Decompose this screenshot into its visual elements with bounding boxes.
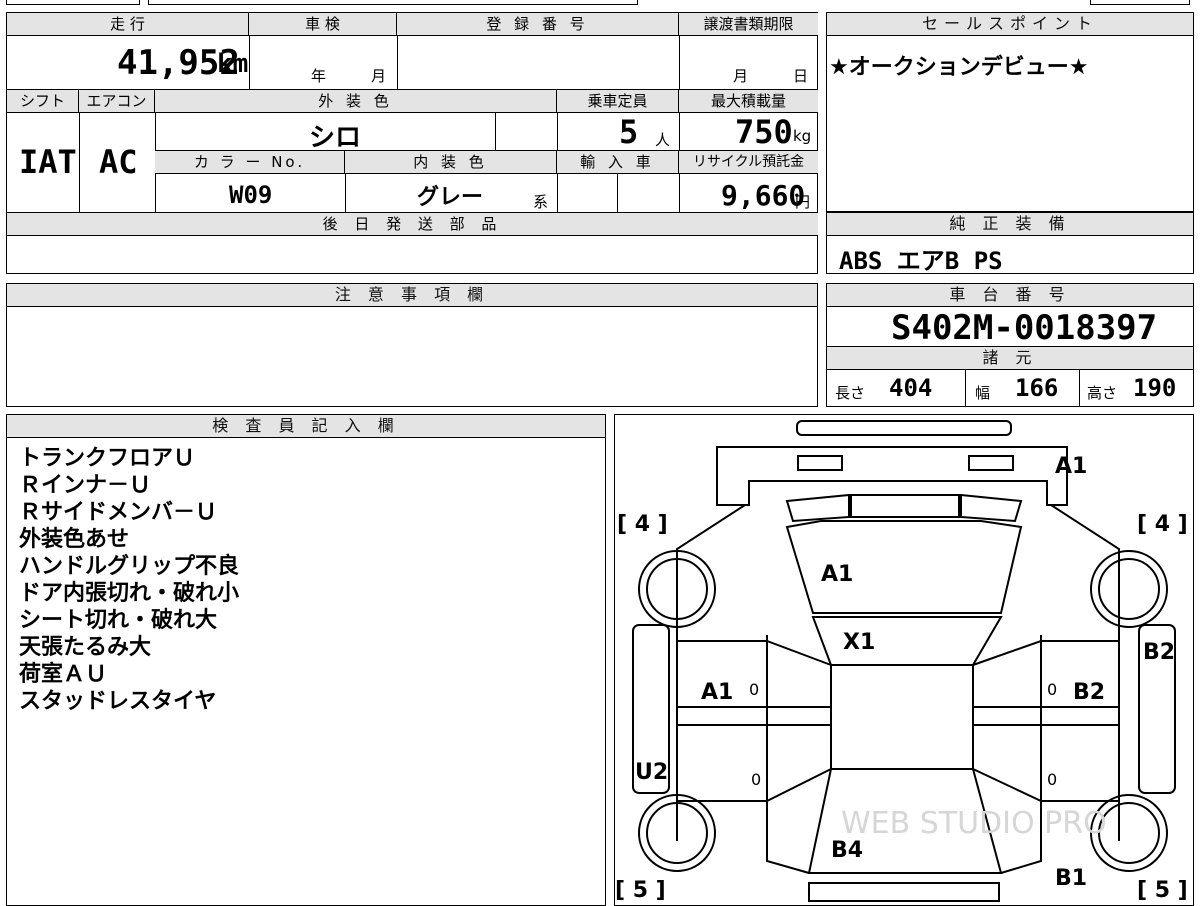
list-item: ハンドルグリップ不良 [19,554,240,579]
front-panel-grade: A1 [1055,454,1087,479]
list-item: Ｒサイドメンバ－Ｕ [19,500,218,525]
equipment-box: 純 正 装 備 ABS エアB PS [826,212,1194,275]
right-side-grade: B2 [1143,640,1175,665]
left-rear-door-zero-mark: 0 [751,770,761,789]
chassis-box: 車 台 番 号 S402M-0018397 諸 元 長さ 404 幅 166 高… [826,283,1194,407]
recycle-unit: 円 [795,193,811,211]
transfer-month: 月 [733,67,749,85]
width-value: 166 [1015,374,1059,402]
list-item: シート切れ・破れ大 [19,608,218,633]
right-door-zero-mark: 0 [1047,680,1057,699]
chassis-label: 車 台 番 号 [827,284,1193,307]
damage-diagram-box: [ 4 ] [ 4 ] [ 5 ] [ 5 ] A1 A1 X1 A1 B2 B… [614,414,1194,906]
right-rear-door-zero-mark: 0 [1047,770,1057,789]
later-parts-label: 後 日 発 送 部 品 [7,213,818,236]
exterior-color-value: シロ [309,123,362,153]
tire-rear-left-label: [ 5 ] [615,878,666,903]
list-item: Ｒインナ－Ｕ [19,473,152,498]
color-no-label: カ ラ ー No. [155,151,345,174]
max-load-value: 750 [735,113,793,151]
transfer-label: 譲渡書類期限 [679,13,818,36]
equipment-text: ABS エアB PS [839,247,1003,275]
vehicle-info-table: 走 行 車 検 登 録 番 号 譲渡書類期限 41,952 km 年 月 月 日… [6,12,818,274]
inspection-year-unit: 年 [311,67,327,85]
width-label: 幅 [975,384,991,402]
transfer-day: 日 [793,67,809,85]
hood-grade: A1 [821,562,853,587]
tire-front-right-label: [ 4 ] [1137,512,1188,537]
spec-label: 諸 元 [827,346,1193,370]
sales-point-label: セールスポイント [827,13,1193,36]
rear-right-grade: B1 [1055,866,1087,891]
ac-value: AC [99,143,138,181]
shift-label: シフト [7,90,79,113]
left-door-grade: A1 [701,680,733,705]
tire-rear-right-label: [ 5 ] [1137,878,1188,903]
left-side-grade: U2 [635,760,668,785]
list-item: 荷室ＡＵ [19,662,108,687]
list-item: スタッドレスタイヤ [19,689,217,714]
inspector-label: 検 査 員 記 入 欄 [7,415,605,438]
equipment-label: 純 正 装 備 [827,213,1193,236]
length-value: 404 [889,374,933,402]
max-load-unit: kg [793,127,812,145]
length-label: 長さ [835,384,866,402]
exterior-color-label: 外 装 色 [155,90,557,113]
inspection-month-unit: 月 [371,67,387,85]
ac-label: エアコン [79,90,155,113]
recycle-value: 9,660 [721,179,806,212]
registration-label: 登 録 番 号 [397,13,679,36]
notes-box: 注 意 事 項 欄 [6,283,818,407]
inspector-box: 検 査 員 記 入 欄 トランクフロアＵ Ｒインナ－Ｕ Ｒサイドメンバ－Ｕ 外装… [6,414,606,906]
interior-color-value: グレー [417,185,484,210]
max-load-label: 最大積載量 [679,90,818,113]
mileage-label: 走 行 [7,13,249,36]
list-item: 外装色あせ [19,527,130,552]
top-remnant-row [0,0,1200,6]
inspection-label: 車 検 [249,13,397,36]
inspector-list: トランクフロアＵ Ｒインナ－Ｕ Ｒサイドメンバ－Ｕ 外装色あせ ハンドルグリップ… [19,445,239,715]
roof-grade: X1 [843,630,875,655]
interior-color-label: 内 装 色 [345,151,557,174]
interior-color-suffix: 系 [533,193,549,211]
sales-point-box: セールスポイント ★オークションデビュー★ [826,12,1194,212]
list-item: トランクフロアＵ [19,446,196,471]
list-item: ドア内張切れ・破れ小 [19,581,240,606]
car-diagram: [ 4 ] [ 4 ] [ 5 ] [ 5 ] A1 A1 X1 A1 B2 B… [615,420,1188,903]
recycle-label: リサイクル預託金 [679,151,818,174]
left-door-zero-mark: 0 [749,680,759,699]
shift-value: IAT [19,143,77,181]
notes-label: 注 意 事 項 欄 [7,284,817,307]
mileage-unit: km [217,49,249,79]
list-item: 天張たるみ大 [19,635,152,660]
capacity-unit: 人 [655,131,671,149]
right-door-grade: B2 [1073,680,1105,705]
watermark: WEB STUDIO PRO [841,806,1107,841]
rear-gate-grade: B4 [831,838,863,863]
capacity-value: 5 [619,113,639,151]
chassis-number: S402M-0018397 [891,308,1158,348]
sales-point-text: ★オークションデビュー★ [829,55,1089,80]
tire-front-left-label: [ 4 ] [617,512,668,537]
height-value: 190 [1133,374,1177,402]
import-label: 輸 入 車 [557,151,679,174]
color-no-value: W09 [229,181,273,209]
height-label: 高さ [1087,384,1118,402]
capacity-label: 乗車定員 [557,90,679,113]
